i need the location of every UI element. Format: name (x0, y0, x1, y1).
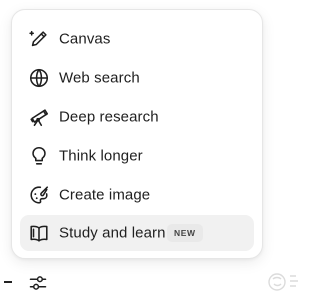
telescope-icon (28, 106, 50, 128)
new-badge: NEW (167, 224, 203, 242)
menu-item-create-image[interactable]: Create image (20, 177, 254, 213)
menu-item-label: Deep research (59, 108, 159, 126)
menu-item-label: Create image (59, 186, 151, 204)
menu-item-label: Canvas (59, 30, 111, 48)
menu-item-deep-research[interactable]: Deep research (20, 99, 254, 135)
lightbulb-icon (28, 145, 50, 167)
menu-item-web-search[interactable]: Web search (20, 60, 254, 96)
sliders-icon (28, 273, 48, 293)
menu-item-think-longer[interactable]: Think longer (20, 138, 254, 174)
watermark-logo (266, 268, 306, 298)
menu-item-canvas[interactable]: Canvas (20, 21, 254, 57)
globe-icon (28, 67, 50, 89)
open-book-icon (28, 222, 50, 244)
canvas-pen-icon (28, 28, 50, 50)
menu-item-label: Study and learn (59, 224, 166, 242)
menu-item-label: Think longer (59, 147, 143, 165)
tools-button[interactable] (28, 273, 48, 293)
menu-item-study-and-learn[interactable]: Study and learn NEW (20, 215, 254, 251)
tools-menu: Canvas Web search Deep research Think lo… (11, 9, 263, 259)
menu-item-label: Web search (59, 69, 140, 87)
minus-icon[interactable] (4, 281, 12, 283)
palette-icon (28, 184, 50, 206)
